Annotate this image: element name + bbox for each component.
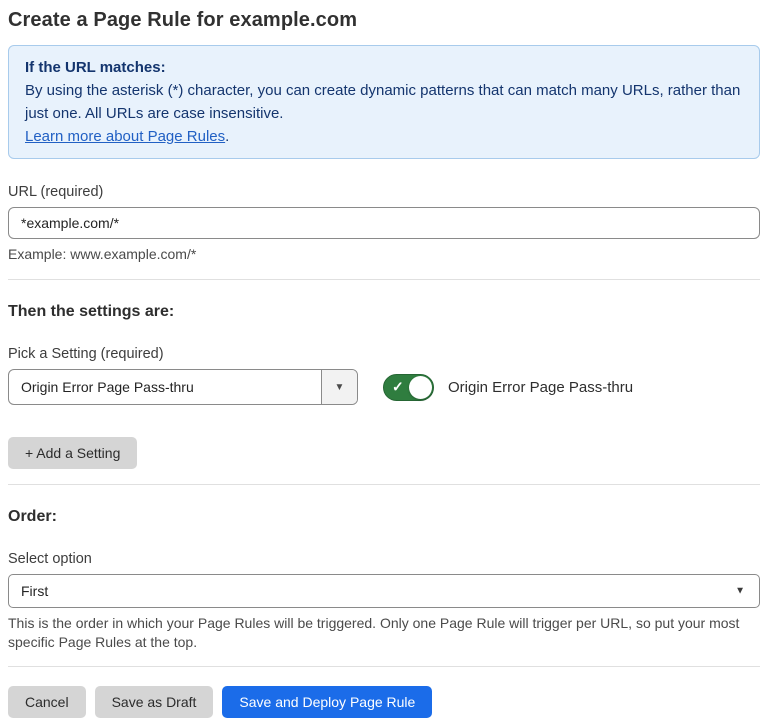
check-icon: ✓ — [392, 378, 404, 395]
toggle-knob — [409, 375, 432, 399]
info-box-body: By using the asterisk (*) character, you… — [25, 82, 741, 122]
order-helper-text: This is the order in which your Page Rul… — [8, 615, 740, 650]
divider — [8, 484, 760, 485]
url-input[interactable] — [8, 207, 760, 239]
url-field-label: URL (required) — [8, 184, 104, 200]
settings-section-heading: Then the settings are: — [8, 303, 175, 320]
info-box-link-line: Learn more about Page Rules. — [25, 125, 743, 148]
pick-setting-label: Pick a Setting (required) — [8, 346, 164, 362]
caret-down-icon: ▼ — [334, 381, 345, 393]
setting-dropdown-value: Origin Error Page Pass-thru — [21, 379, 194, 395]
order-select-label: Select option — [8, 551, 92, 567]
divider — [8, 279, 760, 280]
order-select[interactable]: First ▼ — [8, 574, 760, 608]
url-example-helper: Example: www.example.com/* — [8, 246, 197, 262]
link-suffix: . — [225, 128, 230, 145]
create-page-rule-form: Create a Page Rule for example.com If th… — [0, 0, 770, 718]
footer-actions: Cancel Save as Draft Save and Deploy Pag… — [8, 686, 760, 718]
setting-row: Origin Error Page Pass-thru ▼ ✓ Origin E… — [8, 369, 760, 405]
save-and-deploy-button[interactable]: Save and Deploy Page Rule — [222, 686, 433, 718]
setting-toggle-group: ✓ Origin Error Page Pass-thru — [383, 373, 634, 401]
save-as-draft-button[interactable]: Save as Draft — [94, 686, 214, 718]
page-title: Create a Page Rule for example.com — [8, 9, 358, 31]
origin-error-pass-thru-toggle[interactable]: ✓ — [383, 373, 434, 401]
setting-dropdown-arrow-button[interactable]: ▼ — [321, 370, 357, 404]
order-select-value: First — [21, 583, 49, 599]
add-setting-button[interactable]: + Add a Setting — [8, 437, 138, 469]
order-section-heading: Order: — [8, 508, 57, 525]
toggle-label: Origin Error Page Pass-thru — [448, 378, 634, 396]
url-match-info-box: If the URL matches: By using the asteris… — [8, 45, 760, 159]
setting-dropdown[interactable]: Origin Error Page Pass-thru ▼ — [8, 369, 358, 405]
learn-more-link[interactable]: Learn more about Page Rules — [25, 128, 225, 145]
info-box-heading: If the URL matches: — [25, 59, 166, 76]
divider — [8, 666, 760, 667]
caret-down-icon: ▼ — [735, 585, 745, 597]
cancel-button[interactable]: Cancel — [8, 686, 86, 718]
